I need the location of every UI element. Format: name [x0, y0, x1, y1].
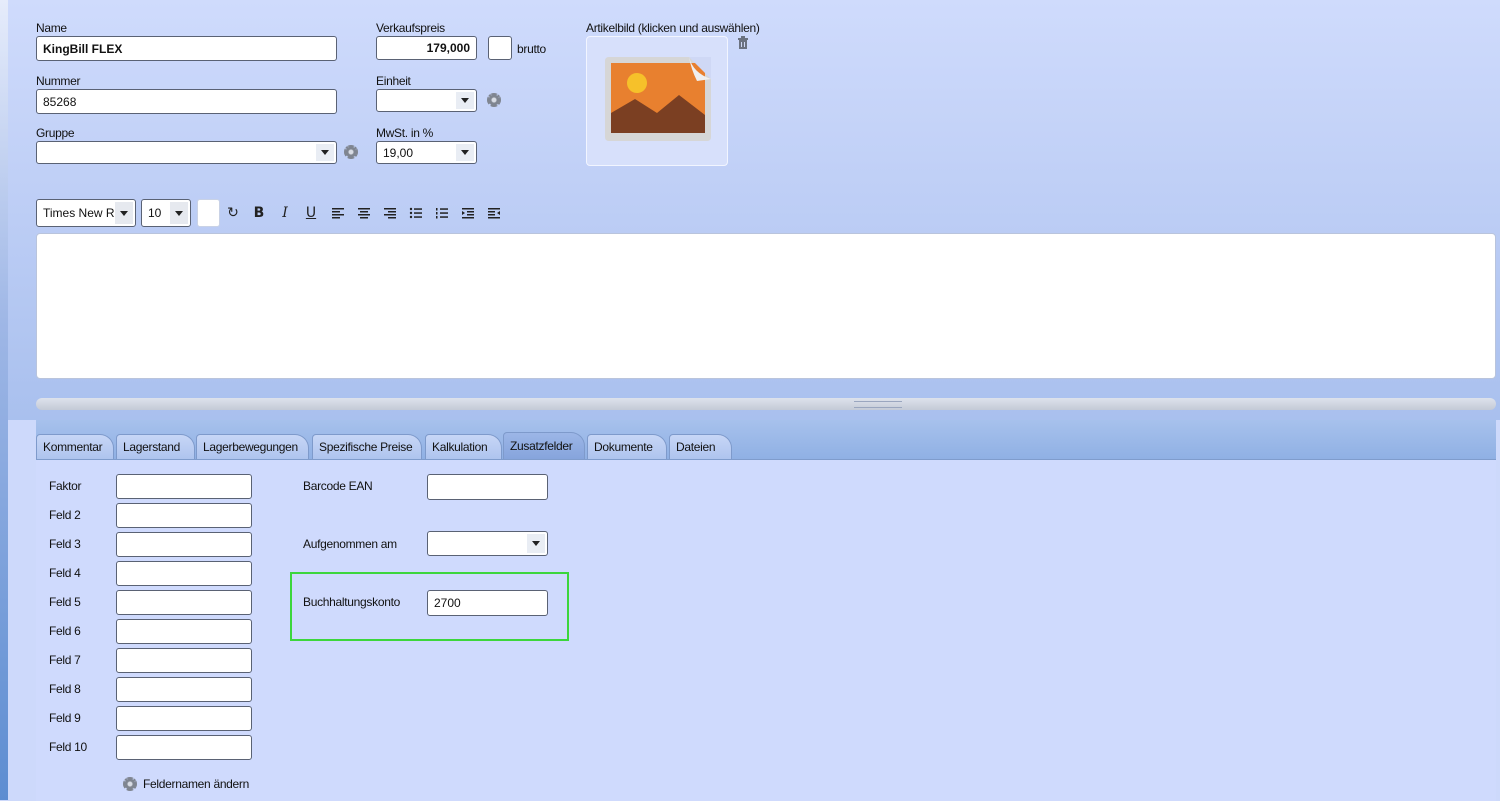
- splitter-grip[interactable]: [854, 401, 902, 408]
- field-label: Feld 9: [49, 711, 81, 725]
- font-family-value: Times New Rc: [43, 206, 121, 220]
- field-input[interactable]: [116, 677, 252, 702]
- indent-increase-icon[interactable]: [459, 204, 477, 222]
- price-label: Verkaufspreis: [376, 21, 445, 35]
- field-label: Feld 3: [49, 537, 81, 551]
- trash-icon[interactable]: [737, 36, 749, 50]
- tab-spezifische-preise[interactable]: Spezifische Preise: [312, 434, 422, 459]
- name-label: Name: [36, 21, 67, 35]
- rename-fields-link[interactable]: Feldernamen ändern: [143, 777, 249, 791]
- tab-kommentar[interactable]: Kommentar: [36, 434, 114, 459]
- chevron-down-icon[interactable]: [115, 202, 133, 224]
- gear-icon[interactable]: [344, 145, 358, 159]
- vat-label: MwSt. in %: [376, 126, 434, 140]
- chevron-down-icon[interactable]: [170, 202, 188, 224]
- image-placeholder-icon: [605, 57, 711, 141]
- account-label: Buchhaltungskonto: [303, 595, 400, 609]
- gear-icon[interactable]: [123, 777, 137, 791]
- chevron-down-icon[interactable]: [456, 92, 474, 109]
- chevron-down-icon[interactable]: [527, 534, 545, 553]
- account-input[interactable]: 2700: [427, 590, 548, 616]
- price-input[interactable]: 179,000: [376, 36, 477, 60]
- window-left-edge: [0, 0, 8, 800]
- numbered-list-icon[interactable]: [433, 204, 451, 222]
- gear-icon[interactable]: [487, 93, 501, 107]
- group-select[interactable]: [36, 141, 337, 164]
- underline-button[interactable]: U: [302, 204, 320, 222]
- font-size-value: 10: [148, 206, 162, 220]
- field-label: Feld 7: [49, 653, 81, 667]
- splitter-bar[interactable]: [36, 398, 1496, 410]
- group-label: Gruppe: [36, 126, 75, 140]
- recorded-date-label: Aufgenommen am: [303, 537, 397, 551]
- tab-dateien[interactable]: Dateien: [669, 434, 732, 459]
- field-input[interactable]: [116, 503, 252, 528]
- field-input[interactable]: [116, 706, 252, 731]
- field-label: Feld 5: [49, 595, 81, 609]
- vat-select-value: 19,00: [383, 145, 414, 160]
- field-label: Feld 2: [49, 508, 81, 522]
- unit-select[interactable]: [376, 89, 477, 112]
- field-input[interactable]: [116, 619, 252, 644]
- tab-kalkulation[interactable]: Kalkulation: [425, 434, 502, 459]
- field-input[interactable]: [116, 648, 252, 673]
- field-input[interactable]: [116, 590, 252, 615]
- chevron-down-icon[interactable]: [316, 144, 334, 161]
- field-input[interactable]: [116, 735, 252, 760]
- chevron-down-icon[interactable]: [456, 144, 474, 161]
- text-color-picker[interactable]: [197, 199, 220, 227]
- brutto-label: brutto: [517, 42, 546, 56]
- unit-label: Einheit: [376, 74, 411, 88]
- barcode-label: Barcode EAN: [303, 479, 373, 493]
- tab-dokumente[interactable]: Dokumente: [587, 434, 667, 459]
- field-input[interactable]: [116, 561, 252, 586]
- field-label: Faktor: [49, 479, 82, 493]
- field-label: Feld 10: [49, 740, 87, 754]
- brutto-checkbox[interactable]: [488, 36, 512, 60]
- number-label: Nummer: [36, 74, 81, 88]
- vat-select[interactable]: 19,00: [376, 141, 477, 164]
- align-left-icon[interactable]: [329, 204, 347, 222]
- field-input[interactable]: [116, 474, 252, 499]
- undo-icon[interactable]: ↻: [224, 204, 242, 222]
- field-input[interactable]: [116, 532, 252, 557]
- recorded-date-picker[interactable]: [427, 531, 548, 556]
- comment-editor[interactable]: [36, 233, 1496, 379]
- barcode-input[interactable]: [427, 474, 548, 500]
- italic-button[interactable]: I: [276, 204, 294, 222]
- field-label: Feld 8: [49, 682, 81, 696]
- tab-lagerstand[interactable]: Lagerstand: [116, 434, 195, 459]
- field-label: Feld 4: [49, 566, 81, 580]
- article-image-picker[interactable]: [586, 36, 728, 166]
- tab-zusatzfelder[interactable]: Zusatzfelder: [503, 432, 585, 459]
- field-label: Feld 6: [49, 624, 81, 638]
- zusatzfelder-panel: [36, 459, 1496, 801]
- font-size-select[interactable]: 10: [141, 199, 191, 227]
- bullet-list-icon[interactable]: [407, 204, 425, 222]
- image-label: Artikelbild (klicken und auswählen): [586, 21, 760, 35]
- font-family-select[interactable]: Times New Rc: [36, 199, 136, 227]
- align-right-icon[interactable]: [381, 204, 399, 222]
- align-center-icon[interactable]: [355, 204, 373, 222]
- bold-button[interactable]: B: [250, 204, 268, 222]
- name-input[interactable]: KingBill FLEX: [36, 36, 337, 61]
- number-input[interactable]: 85268: [36, 89, 337, 114]
- tab-lagerbewegungen[interactable]: Lagerbewegungen: [196, 434, 309, 459]
- indent-decrease-icon[interactable]: [485, 204, 503, 222]
